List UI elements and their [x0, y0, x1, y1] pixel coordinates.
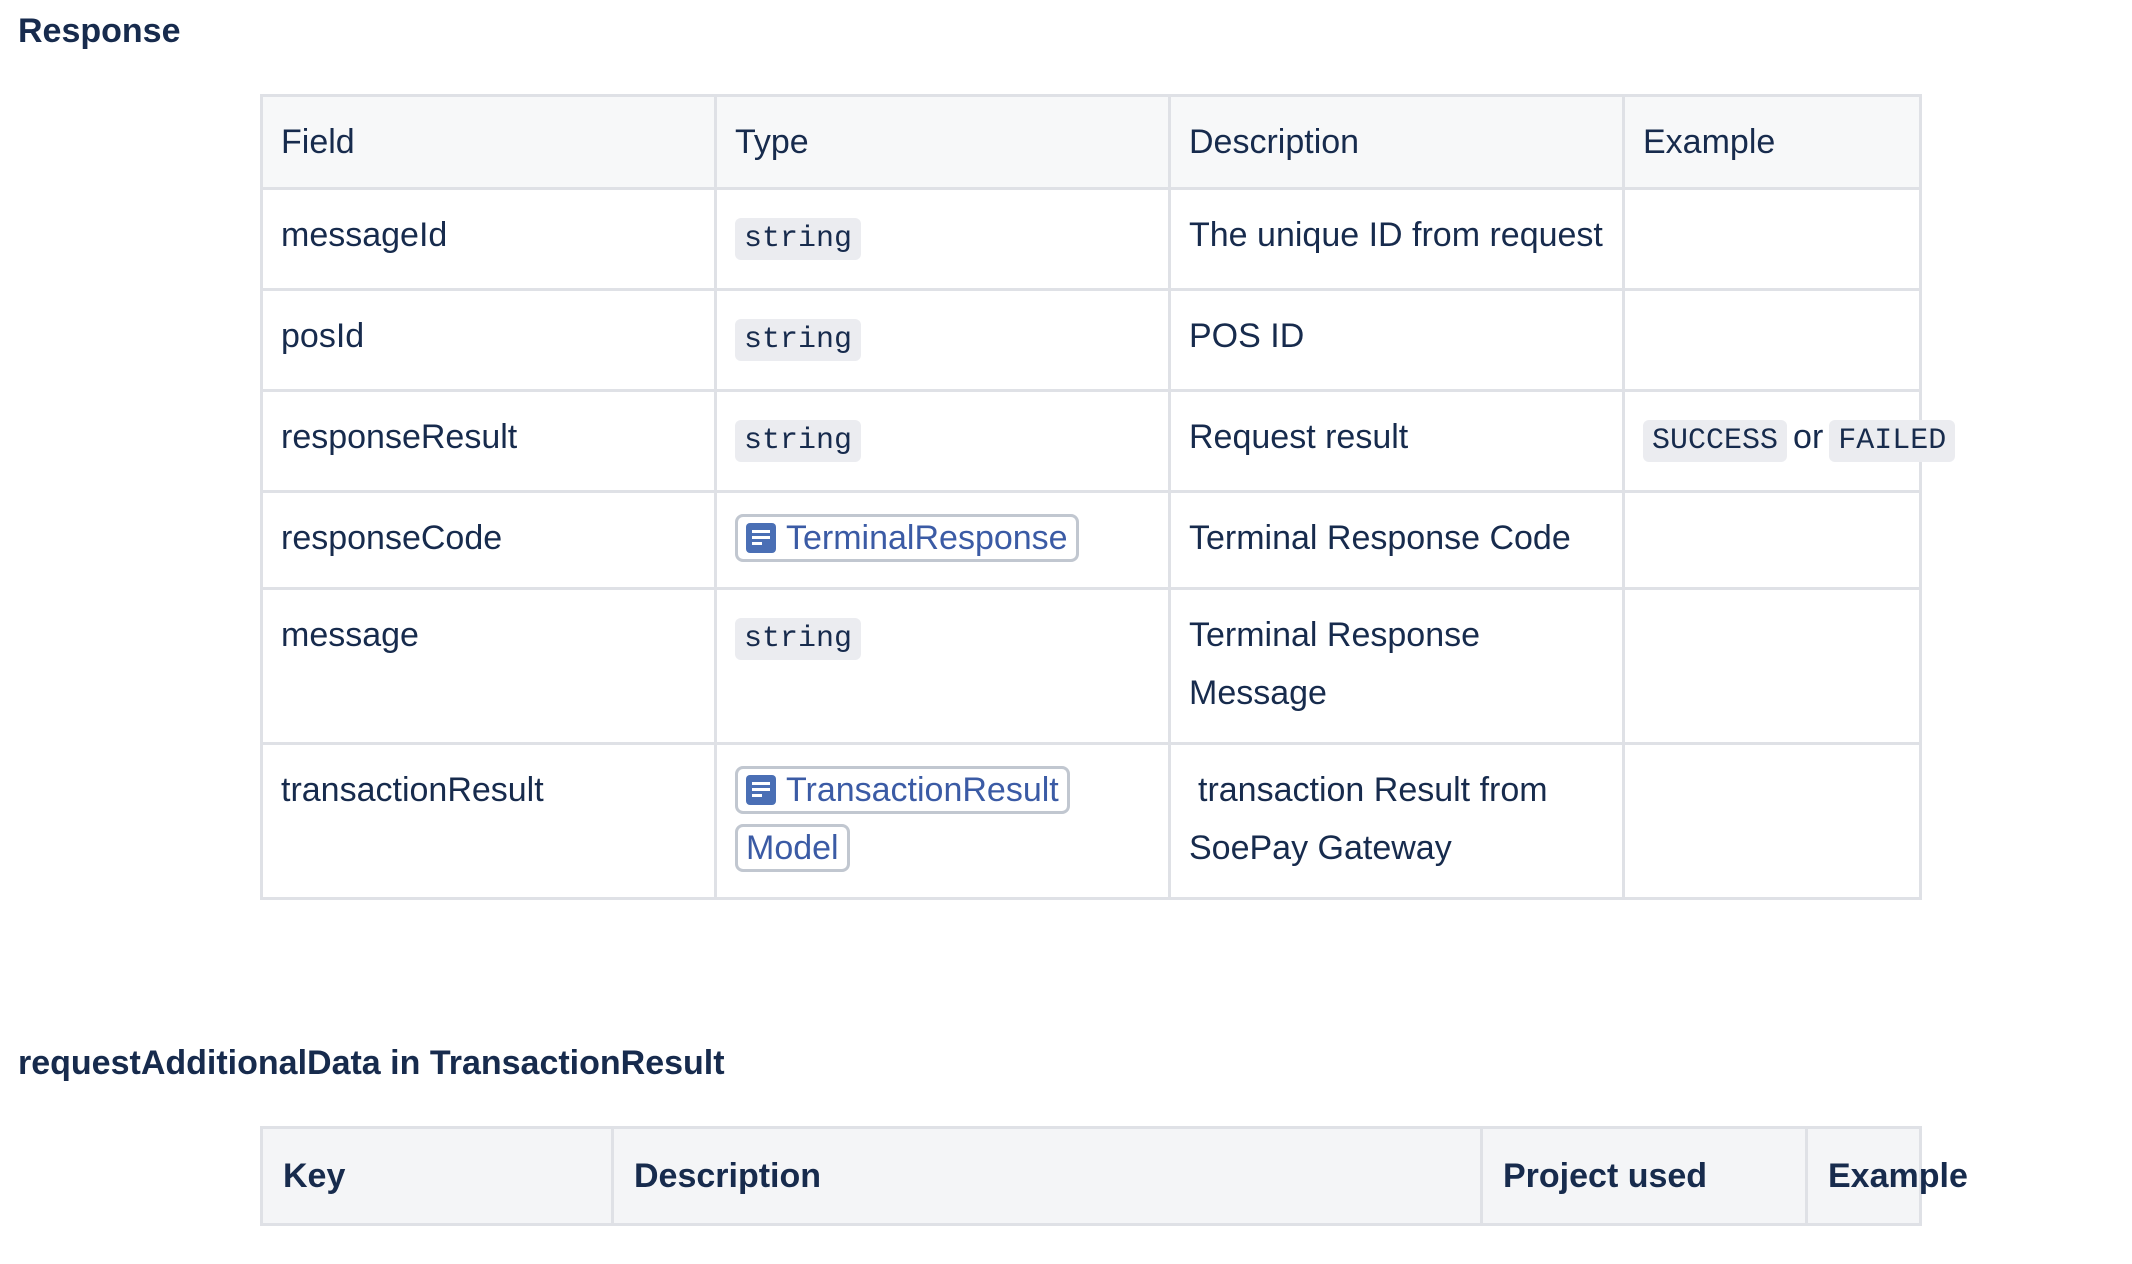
type-cell: string: [714, 587, 1171, 745]
table-header-row: Key Description Project used Example: [260, 1126, 1968, 1226]
column-header-description: Description: [611, 1126, 1483, 1226]
type-code: string: [735, 420, 862, 462]
description-cell: Terminal Response Code: [1168, 490, 1625, 590]
example-cell: [1622, 587, 1922, 745]
example-success-code: SUCCESS: [1643, 420, 1788, 462]
field-cell: transactionResult: [260, 742, 717, 900]
link-label: TerminalResponse: [786, 519, 1068, 557]
description-cell: The unique ID from request: [1168, 187, 1625, 291]
description-cell: Request result: [1168, 389, 1625, 493]
type-cell: TransactionResult Model: [714, 742, 1171, 900]
request-additional-data-table: Key Description Project used Example: [260, 1126, 1968, 1226]
request-additional-data-heading: requestAdditionalData in TransactionResu…: [18, 1044, 725, 1082]
type-cell: string: [714, 389, 1171, 493]
document-icon: [746, 523, 776, 553]
description-cell: transaction Result from SoePay Gateway: [1168, 742, 1625, 900]
table-row: responseResult string Request result SUC…: [260, 389, 1956, 493]
link-label: TransactionResult Model: [746, 771, 1059, 867]
type-code: string: [735, 319, 862, 361]
description-cell: POS ID: [1168, 288, 1625, 392]
example-cell: [1622, 742, 1922, 900]
column-header-field: Field: [260, 94, 717, 190]
description-text: transaction Result from SoePay Gateway: [1189, 771, 1548, 867]
table-row: messageId string The unique ID from requ…: [260, 187, 1922, 291]
field-cell: responseResult: [260, 389, 717, 493]
table-row: responseCode TerminalResponse Terminal R…: [260, 490, 1922, 590]
column-header-example: Example: [1622, 94, 1922, 190]
example-cell: [1622, 490, 1922, 590]
description-cell: Terminal Response Message: [1168, 587, 1625, 745]
table-row: message string Terminal Response Message: [260, 587, 1922, 745]
column-header-key: Key: [260, 1126, 614, 1226]
transaction-result-model-link[interactable]: TransactionResult Model: [735, 766, 1070, 872]
table-row: posId string POS ID: [260, 288, 1922, 392]
column-header-project-used: Project used: [1480, 1126, 1808, 1226]
field-cell: message: [260, 587, 717, 745]
field-cell: responseCode: [260, 490, 717, 590]
type-cell: TerminalResponse: [714, 490, 1171, 590]
terminal-response-link[interactable]: TerminalResponse: [735, 514, 1079, 562]
field-cell: messageId: [260, 187, 717, 291]
response-heading: Response: [18, 12, 181, 50]
type-cell: string: [714, 288, 1171, 392]
type-code: string: [735, 618, 862, 660]
example-cell: [1622, 187, 1922, 291]
example-cell: SUCCESS or FAILED: [1622, 389, 1956, 493]
type-cell: string: [714, 187, 1171, 291]
table-row: transactionResult TransactionResult Mode…: [260, 742, 1922, 900]
type-code: string: [735, 218, 862, 260]
response-table: Field Type Description Example messageId…: [260, 94, 1956, 900]
example-failed-code: FAILED: [1829, 420, 1956, 462]
field-cell: posId: [260, 288, 717, 392]
example-cell: [1622, 288, 1922, 392]
document-icon: [746, 775, 776, 805]
table-header-row: Field Type Description Example: [260, 94, 1922, 190]
column-header-type: Type: [714, 94, 1171, 190]
column-header-description: Description: [1168, 94, 1625, 190]
column-header-example: Example: [1805, 1126, 1968, 1226]
example-separator: or: [1793, 418, 1824, 456]
